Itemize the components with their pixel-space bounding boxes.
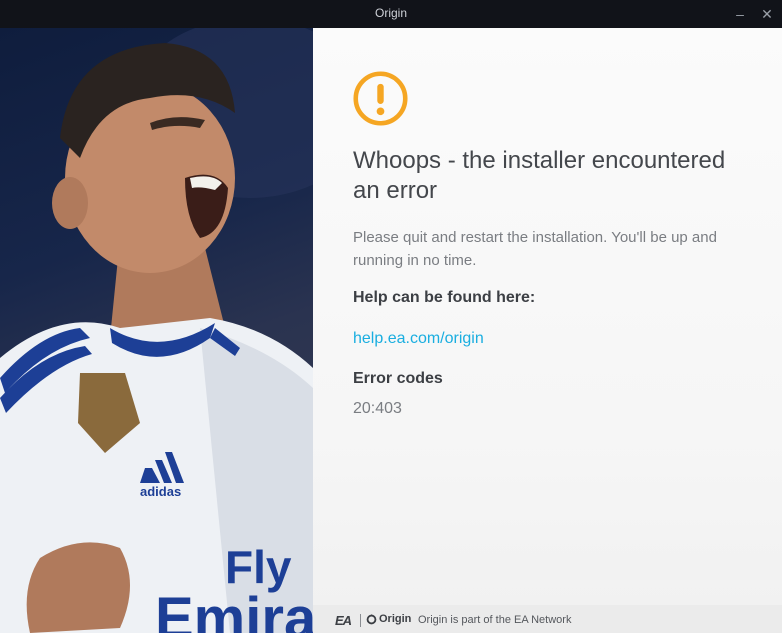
error-codes-heading: Error codes: [353, 370, 443, 387]
hero-image: adidas Fly Emirat: [0, 28, 313, 633]
origin-logo: Origin: [366, 613, 411, 625]
footer: EA Origin Origin is part of the EA Netwo…: [313, 605, 782, 633]
origin-logo-text: Origin: [379, 613, 412, 625]
svg-text:adidas: adidas: [140, 484, 181, 499]
origin-icon: [366, 613, 377, 624]
warning-icon: [353, 71, 408, 126]
error-panel: Whoops - the installer encountered an er…: [313, 28, 782, 605]
error-heading: Whoops - the installer encountered an er…: [353, 147, 726, 204]
help-link[interactable]: help.ea.com/origin: [353, 330, 484, 348]
footer-text: Origin is part of the EA Network: [418, 614, 572, 626]
minimize-button[interactable]: –: [725, 0, 755, 28]
error-code-value: 20:403: [353, 400, 402, 417]
error-message: Please quit and restart the installation…: [353, 229, 717, 269]
help-heading: Help can be found here:: [353, 289, 536, 306]
ea-logo: EA: [335, 613, 352, 628]
close-button[interactable]: ✕: [752, 0, 782, 28]
window-title: Origin: [374, 6, 407, 20]
title-bar[interactable]: Origin – ✕: [0, 0, 782, 28]
footer-divider: [360, 614, 361, 627]
jersey-text-emirates: Emirat: [155, 586, 313, 633]
player-illustration: adidas Fly Emirat: [0, 28, 313, 633]
